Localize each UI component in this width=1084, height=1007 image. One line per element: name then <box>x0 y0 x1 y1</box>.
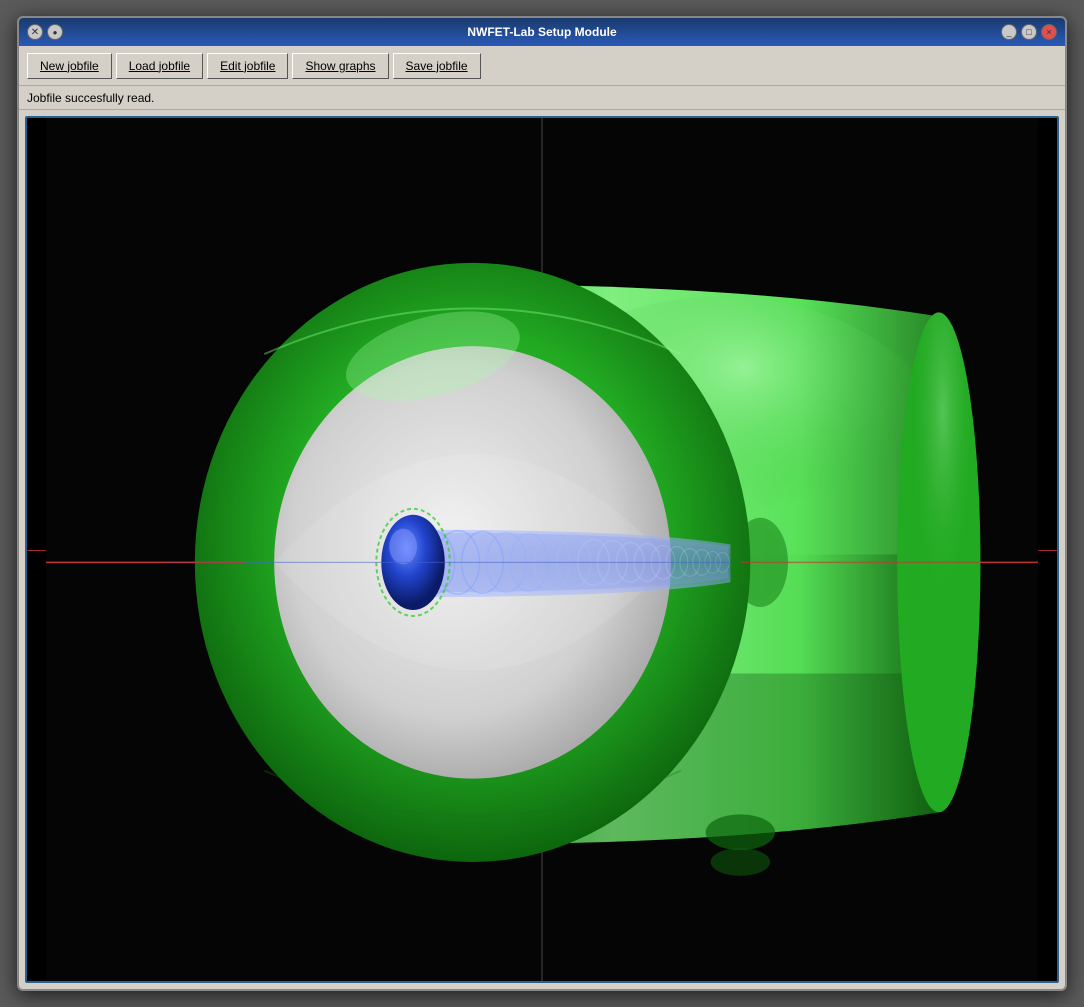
scene-canvas <box>27 118 1057 981</box>
save-jobfile-button[interactable]: Save jobfile <box>393 53 481 79</box>
window-controls: _ □ × <box>1001 24 1057 40</box>
3d-scene-svg <box>27 118 1057 981</box>
minimize-button[interactable]: _ <box>1001 24 1017 40</box>
show-graphs-button[interactable]: Show graphs <box>292 53 388 79</box>
load-jobfile-button[interactable]: Load jobfile <box>116 53 203 79</box>
3d-viewport[interactable] <box>25 116 1059 983</box>
title-bar-left-icon[interactable]: ✕ <box>27 24 43 40</box>
new-jobfile-button[interactable]: New jobfile <box>27 53 112 79</box>
close-button[interactable]: × <box>1041 24 1057 40</box>
window-title: NWFET-Lab Setup Module <box>467 25 616 39</box>
maximize-button[interactable]: □ <box>1021 24 1037 40</box>
edit-jobfile-button[interactable]: Edit jobfile <box>207 53 288 79</box>
title-bar-left-icon2[interactable]: ● <box>47 24 63 40</box>
toolbar: New jobfile Load jobfile Edit jobfile Sh… <box>19 46 1065 86</box>
status-bar: Jobfile succesfully read. <box>19 86 1065 110</box>
main-window: ✕ ● NWFET-Lab Setup Module _ □ × New job… <box>17 16 1067 991</box>
status-message: Jobfile succesfully read. <box>27 91 154 105</box>
title-bar: ✕ ● NWFET-Lab Setup Module _ □ × <box>19 18 1065 46</box>
